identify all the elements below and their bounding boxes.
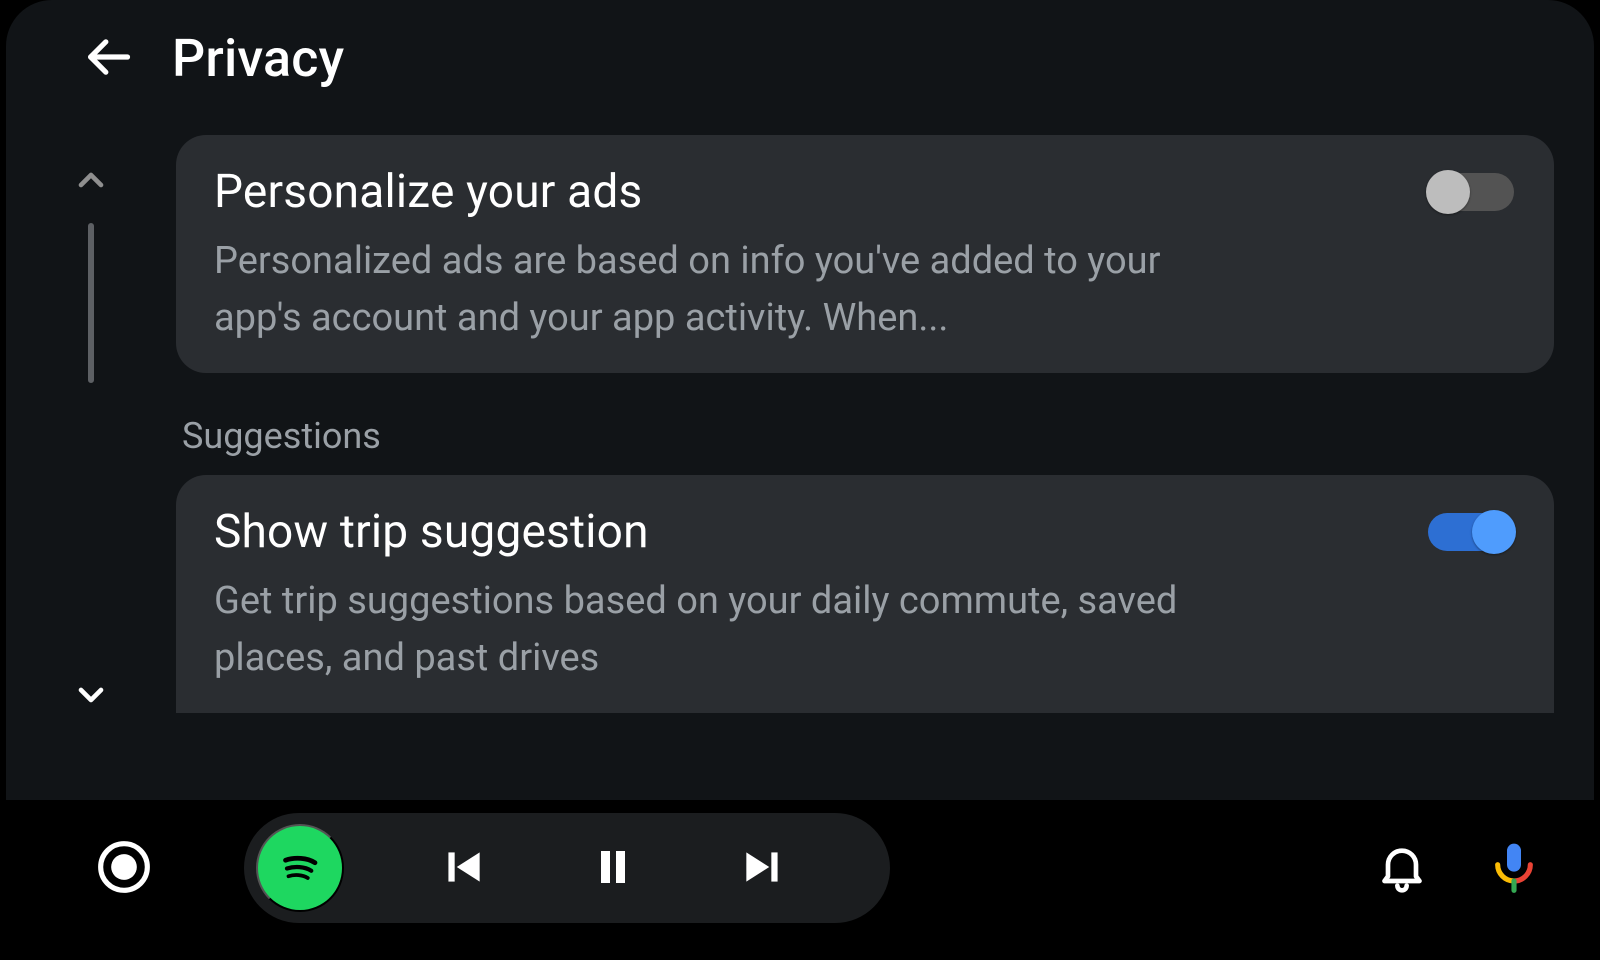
setting-personalize-ads[interactable]: Personalize your ads Personalized ads ar… [176,135,1554,373]
setting-show-trip-suggestion[interactable]: Show trip suggestion Get trip suggestion… [176,475,1554,713]
page-title: Privacy [172,28,344,89]
mic-icon [1486,839,1542,898]
toggle-personalize-ads[interactable] [1428,173,1514,211]
system-bar [0,800,1600,960]
content-area: Personalize your ads Personalized ads ar… [6,103,1594,799]
setting-title: Show trip suggestion [214,505,649,559]
previous-track-button[interactable] [388,826,538,910]
setting-row: Show trip suggestion [214,505,1514,559]
assistant-button[interactable] [1476,830,1552,906]
toggle-thumb [1472,510,1516,554]
scroll-up-button[interactable] [65,159,117,204]
setting-description: Personalized ads are based on info you'v… [214,233,1254,347]
pause-icon [589,843,637,894]
chevron-down-icon [71,675,111,718]
scroll-rail [6,103,176,799]
settings-list: Personalize your ads Personalized ads ar… [176,103,1594,799]
bell-icon [1374,839,1430,898]
section-label-suggestions: Suggestions [176,407,1554,475]
scroll-down-button[interactable] [65,674,117,719]
setting-description: Get trip suggestions based on your daily… [214,573,1254,687]
toggle-show-trip-suggestion[interactable] [1428,513,1514,551]
setting-row: Personalize your ads [214,165,1514,219]
skip-next-icon [738,842,788,895]
spotify-icon [270,837,330,900]
setting-title: Personalize your ads [214,165,642,219]
home-button[interactable] [96,840,152,896]
circle-home-icon [96,839,152,898]
notifications-button[interactable] [1364,830,1440,906]
arrow-back-icon [82,31,134,86]
skip-previous-icon [438,842,488,895]
screen: Privacy Personalize [0,0,1600,960]
next-track-button[interactable] [688,826,838,910]
settings-panel: Privacy Personalize [6,0,1594,800]
toggle-thumb [1426,170,1470,214]
header: Privacy [6,0,1594,103]
media-controls [244,813,890,923]
media-app-button[interactable] [256,824,344,912]
scrollbar-track[interactable] [88,223,94,383]
back-button[interactable] [80,31,136,87]
play-pause-button[interactable] [538,826,688,910]
chevron-up-icon [71,160,111,203]
